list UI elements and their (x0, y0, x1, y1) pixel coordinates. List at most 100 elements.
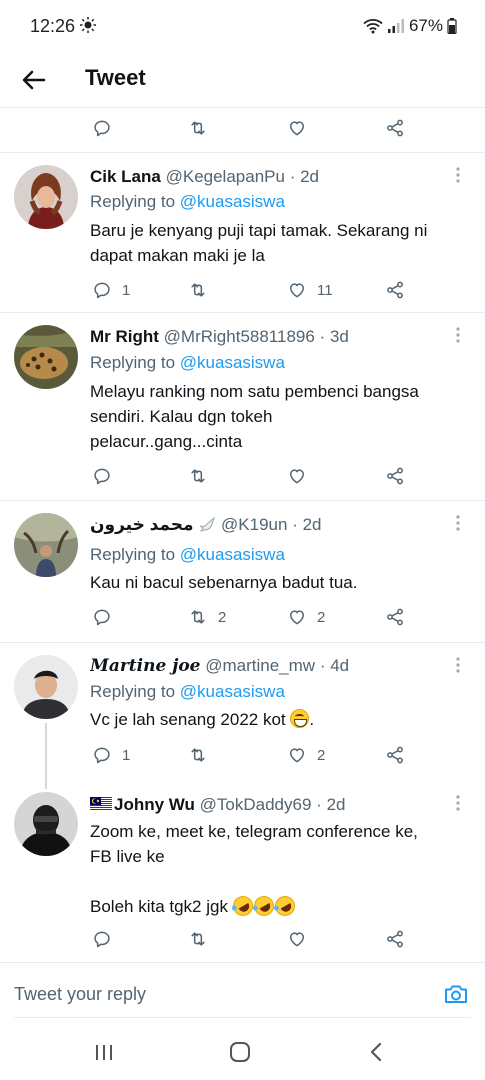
display-name[interactable]: Martine joe (90, 656, 201, 676)
signal-icon (387, 19, 404, 33)
tweet-header: Cik Lana @KegelapanPu · 2d (90, 167, 320, 186)
nav-back-icon[interactable] (367, 1041, 385, 1063)
reply-button[interactable]: 1 (92, 275, 130, 305)
retweet-button[interactable] (188, 461, 218, 491)
like-count: 11 (317, 281, 333, 299)
tweet-time: 2d (326, 795, 346, 814)
like-icon (287, 745, 307, 765)
more-icon[interactable] (451, 513, 465, 533)
share-button[interactable] (385, 461, 405, 491)
avatar-image (14, 513, 78, 577)
more-icon[interactable] (451, 655, 465, 675)
tweet-actions: 1 2 (0, 740, 485, 770)
retweet-button[interactable]: 2 (188, 602, 226, 632)
battery-percent: 67% (408, 16, 443, 35)
reply-icon (92, 118, 112, 138)
more-icon[interactable] (451, 325, 465, 345)
avatar-image (14, 325, 78, 389)
retweet-button[interactable] (188, 924, 218, 954)
camera-icon[interactable] (443, 981, 469, 1007)
user-handle[interactable]: @martine_mw (205, 656, 315, 675)
share-icon (385, 745, 405, 765)
user-handle[interactable]: @MrRight58811896 (164, 327, 315, 346)
replying-to: Replying to @kuasasiswa (90, 192, 285, 211)
user-handle[interactable]: @KegelapanPu (166, 167, 285, 186)
like-button[interactable] (287, 113, 317, 143)
like-button[interactable]: 2 (287, 740, 325, 770)
more-icon[interactable] (451, 165, 465, 185)
mention-link[interactable]: @kuasasiswa (180, 545, 285, 564)
more-icon[interactable] (451, 793, 465, 813)
share-button[interactable] (385, 275, 405, 305)
tweet-header: Johny Wu @TokDaddy69 · 2d (90, 795, 445, 815)
like-icon (287, 280, 307, 300)
home-icon[interactable] (229, 1041, 251, 1063)
user-handle[interactable]: @TokDaddy69 (200, 795, 312, 814)
like-button[interactable]: 2 (287, 602, 325, 632)
avatar[interactable] (14, 165, 78, 229)
tweet-actions (0, 924, 485, 954)
reply-input[interactable]: Tweet your reply (14, 984, 146, 1005)
like-button[interactable] (287, 924, 317, 954)
share-button[interactable] (385, 924, 405, 954)
avatar[interactable] (14, 655, 78, 719)
share-button[interactable] (385, 113, 405, 143)
tweet-header: محمد خيرون @K19un · 2d (90, 515, 322, 534)
user-handle[interactable]: @K19un (221, 515, 287, 534)
status-time: 12:26 (30, 16, 76, 36)
reply-button[interactable] (92, 602, 122, 632)
tweet-time: 4d (330, 656, 350, 675)
back-arrow-icon[interactable] (20, 66, 48, 94)
like-icon (287, 466, 307, 486)
avatar[interactable] (14, 792, 78, 856)
retweet-button[interactable] (188, 275, 218, 305)
share-icon (385, 118, 405, 138)
tweet-header: Martine joe @martine_mw · 4d (90, 656, 350, 676)
share-button[interactable] (385, 740, 405, 770)
reply-icon (92, 466, 112, 486)
reply-icon (92, 929, 112, 949)
reply-composer: Tweet your reply (0, 962, 485, 1024)
dove-icon (200, 516, 216, 532)
reply-icon (92, 745, 112, 765)
app-header: Tweet (0, 52, 485, 108)
share-button[interactable] (385, 602, 405, 632)
reply-tweet[interactable]: محمد خيرون @K19un · 2d Replying to @kuas… (0, 501, 485, 641)
display-name[interactable]: محمد خيرون (90, 515, 194, 534)
tweet-actions (0, 461, 485, 491)
replying-to: Replying to @kuasasiswa (90, 545, 285, 564)
reply-button[interactable] (92, 113, 122, 143)
parent-tweet-actions (0, 113, 485, 143)
display-name[interactable]: Cik Lana (90, 167, 161, 186)
mention-link[interactable]: @kuasasiswa (180, 192, 285, 211)
reply-button[interactable] (92, 461, 122, 491)
retweet-button[interactable] (188, 740, 218, 770)
tweet-text: Melayu ranking nom satu pembenci bangsa … (90, 382, 419, 451)
recent-apps-icon[interactable] (94, 1042, 114, 1062)
share-icon (385, 929, 405, 949)
avatar[interactable] (14, 325, 78, 389)
mention-link[interactable]: @kuasasiswa (180, 353, 285, 372)
tweet-text: Baru je kenyang puji tapi tamak. Sekaran… (90, 221, 428, 265)
display-name[interactable]: Mr Right (90, 327, 159, 346)
avatar[interactable] (14, 513, 78, 577)
reply-tweet[interactable]: Martine joe @martine_mw · 4d Replying to… (0, 643, 485, 789)
reply-tweet[interactable]: Johny Wu @TokDaddy69 · 2d Zoom ke, meet … (0, 783, 485, 961)
mention-link[interactable]: @kuasasiswa (180, 682, 285, 701)
like-icon (287, 607, 307, 627)
tweet-text: Kau ni bacul sebenarnya badut tua. (90, 573, 358, 592)
display-name[interactable]: Johny Wu (114, 795, 195, 814)
system-nav-bar (0, 1024, 485, 1080)
replying-to: Replying to @kuasasiswa (90, 353, 285, 372)
like-button[interactable] (287, 461, 317, 491)
reply-button[interactable]: 1 (92, 740, 130, 770)
tweet-time: 3d (329, 327, 349, 346)
wifi-icon (363, 19, 383, 34)
reply-tweet[interactable]: Mr Right @MrRight58811896 · 3d Replying … (0, 313, 485, 499)
reply-tweet[interactable]: Cik Lana @KegelapanPu · 2d Replying to @… (0, 153, 485, 311)
like-button[interactable]: 11 (287, 275, 333, 305)
reply-button[interactable] (92, 924, 122, 954)
retweet-icon (188, 466, 208, 486)
like-icon (287, 929, 307, 949)
retweet-button[interactable] (188, 113, 218, 143)
